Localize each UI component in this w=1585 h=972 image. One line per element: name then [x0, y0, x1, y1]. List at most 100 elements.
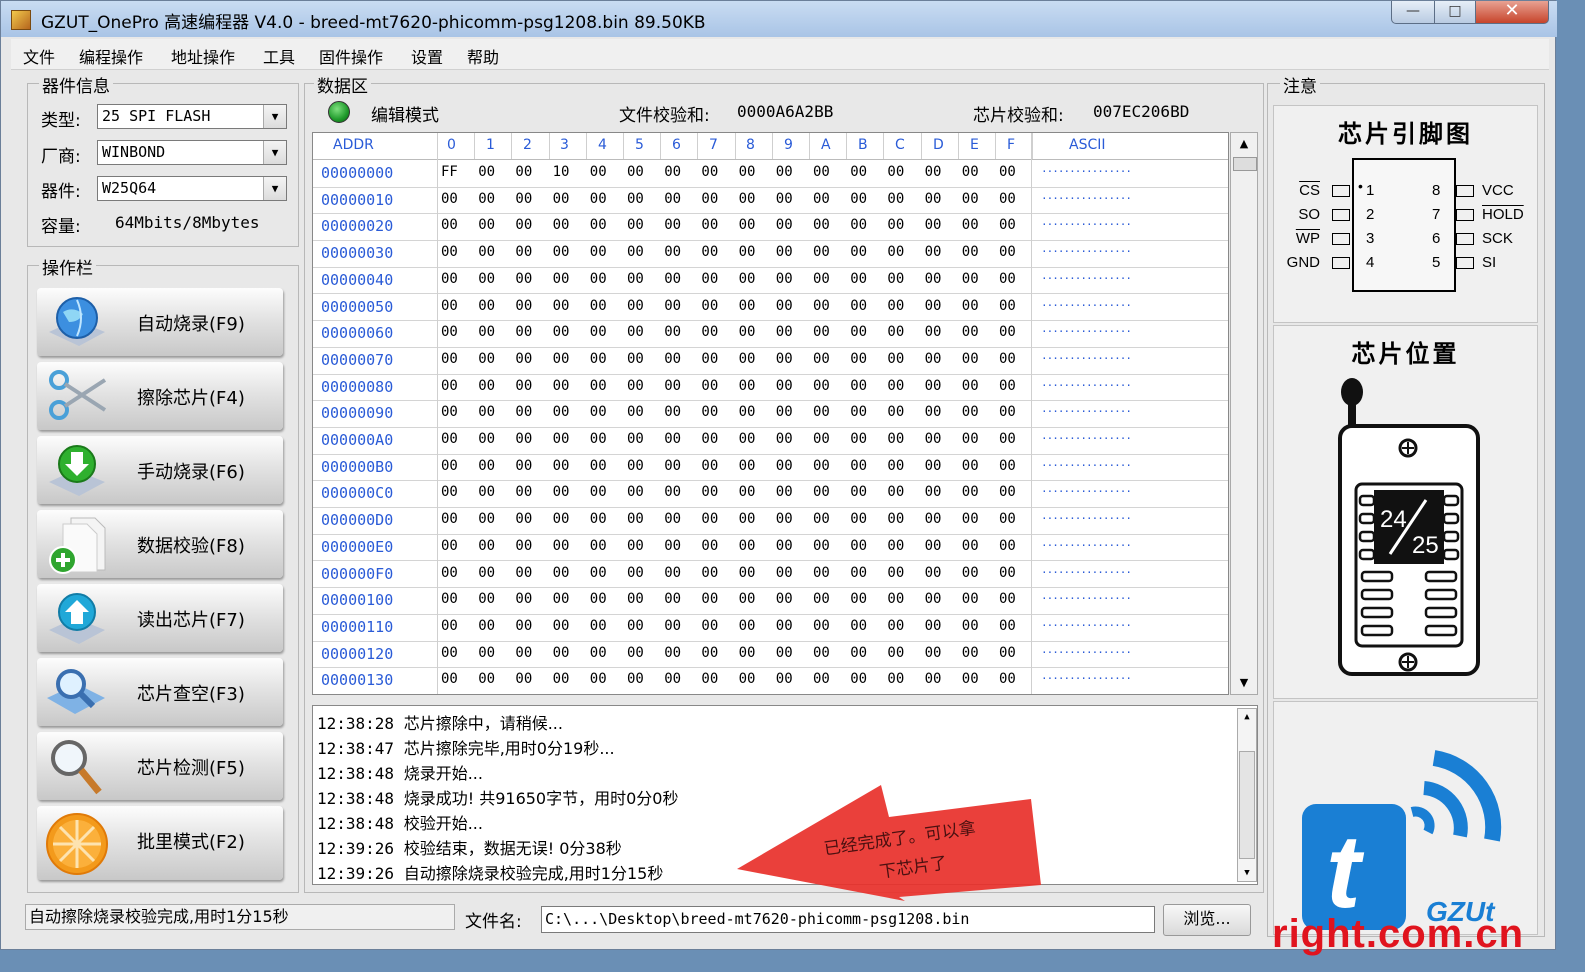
hex-byte-cell[interactable]: 00 [664, 484, 681, 500]
hex-byte-cell[interactable]: 00 [590, 351, 607, 367]
hex-byte-cell[interactable]: 00 [664, 164, 681, 180]
hex-byte-cell[interactable]: 00 [441, 538, 458, 554]
hex-byte-cell[interactable]: 00 [515, 645, 532, 661]
hex-byte-cell[interactable]: 00 [776, 404, 793, 420]
hex-row[interactable]: 00000080 00 00 00 00 00 00 00 00 00 00 00 00 00 00 00 00… [313, 374, 1228, 402]
hex-byte-cell[interactable]: 00 [925, 324, 942, 340]
hex-byte-cell[interactable]: 00 [478, 458, 495, 474]
hex-byte-cell[interactable]: 00 [553, 618, 570, 634]
hex-row[interactable]: 00000060 00 00 00 00 00 00 00 00 00 00 00 00 00 00 00 00… [313, 320, 1228, 348]
edit-mode-led-icon[interactable] [328, 101, 350, 123]
hex-byte-cell[interactable]: 00 [887, 324, 904, 340]
hex-row[interactable]: 00000090 00 00 00 00 00 00 00 00 00 00 00 00 00 00 00 00… [313, 400, 1228, 428]
hex-byte-cell[interactable]: 00 [553, 298, 570, 314]
hex-byte-cell[interactable]: 00 [590, 591, 607, 607]
hex-byte-cell[interactable]: 00 [925, 191, 942, 207]
hex-byte-cell[interactable]: 00 [925, 351, 942, 367]
hex-byte-cell[interactable]: 00 [515, 618, 532, 634]
hex-byte-cell[interactable]: 00 [664, 645, 681, 661]
hex-row[interactable]: 000000D0 00 00 00 00 00 00 00 00 00 00 00 00 00 00 00 00… [313, 507, 1228, 535]
hex-byte-cell[interactable]: 00 [776, 538, 793, 554]
hex-byte-cell[interactable]: 00 [739, 404, 756, 420]
hex-byte-cell[interactable]: 00 [701, 671, 718, 687]
hex-byte-cell[interactable]: 00 [962, 431, 979, 447]
hex-byte-cell[interactable]: 00 [887, 618, 904, 634]
hex-byte-cell[interactable]: 00 [999, 671, 1016, 687]
hex-row[interactable]: 00000000 FF 00 00 10 00 00 00 00 00 00 00 00 00 00 00 00… [313, 160, 1228, 188]
hex-byte-cell[interactable]: 00 [850, 191, 867, 207]
hex-byte-cell[interactable]: 00 [887, 431, 904, 447]
hex-byte-cell[interactable]: 00 [999, 484, 1016, 500]
hex-row[interactable]: 00000100 00 00 00 00 00 00 00 00 00 00 00 00 00 00 00 00… [313, 587, 1228, 615]
log-scrollbar[interactable]: ▲ ▼ [1237, 708, 1257, 882]
scroll-down-icon[interactable]: ▼ [1238, 865, 1256, 881]
hex-byte-cell[interactable]: 00 [664, 565, 681, 581]
hex-byte-cell[interactable]: 00 [664, 324, 681, 340]
hex-byte-cell[interactable]: 00 [553, 511, 570, 527]
hex-byte-cell[interactable]: 00 [441, 484, 458, 500]
hex-byte-cell[interactable]: 00 [962, 271, 979, 287]
hex-byte-cell[interactable]: 00 [590, 431, 607, 447]
hex-byte-cell[interactable]: 00 [962, 404, 979, 420]
hex-byte-cell[interactable]: 00 [776, 511, 793, 527]
hex-byte-cell[interactable]: 00 [813, 565, 830, 581]
hex-byte-cell[interactable]: 00 [627, 404, 644, 420]
hex-byte-cell[interactable]: 00 [515, 164, 532, 180]
hex-byte-cell[interactable]: 00 [515, 271, 532, 287]
hex-byte-cell[interactable]: 00 [925, 671, 942, 687]
hex-byte-cell[interactable]: 00 [441, 645, 458, 661]
hex-byte-cell[interactable]: 00 [850, 244, 867, 260]
hex-byte-cell[interactable]: 00 [999, 404, 1016, 420]
hex-byte-cell[interactable]: 00 [813, 618, 830, 634]
hex-byte-cell[interactable]: 00 [925, 591, 942, 607]
hex-byte-cell[interactable]: 00 [515, 191, 532, 207]
hex-byte-cell[interactable]: 00 [478, 431, 495, 447]
hex-byte-cell[interactable]: 00 [850, 298, 867, 314]
hex-byte-cell[interactable]: 00 [887, 298, 904, 314]
hex-byte-cell[interactable]: 00 [553, 484, 570, 500]
hex-byte-cell[interactable]: 00 [813, 404, 830, 420]
hex-byte-cell[interactable]: 00 [664, 458, 681, 474]
batch-mode-button[interactable]: 批里模式(F2) [37, 806, 283, 880]
hex-byte-cell[interactable]: 00 [701, 511, 718, 527]
hex-byte-cell[interactable]: 00 [739, 618, 756, 634]
hex-byte-cell[interactable]: 00 [962, 458, 979, 474]
hex-byte-cell[interactable]: 00 [925, 484, 942, 500]
hex-byte-cell[interactable]: 00 [664, 431, 681, 447]
hex-byte-cell[interactable]: 00 [776, 431, 793, 447]
hex-byte-cell[interactable]: 00 [813, 351, 830, 367]
hex-byte-cell[interactable]: 00 [962, 618, 979, 634]
hex-row[interactable]: 00000120 00 00 00 00 00 00 00 00 00 00 00 00 00 00 00 00… [313, 641, 1228, 669]
hex-byte-cell[interactable]: 00 [850, 324, 867, 340]
hex-byte-cell[interactable]: 00 [813, 591, 830, 607]
hex-byte-cell[interactable]: 00 [887, 378, 904, 394]
hex-byte-cell[interactable]: 00 [701, 298, 718, 314]
hex-byte-cell[interactable]: 00 [887, 271, 904, 287]
close-button[interactable]: ✕ [1475, 1, 1549, 24]
hex-byte-cell[interactable]: 00 [590, 618, 607, 634]
hex-byte-cell[interactable]: 00 [478, 404, 495, 420]
hex-byte-cell[interactable]: 00 [739, 591, 756, 607]
hex-byte-cell[interactable]: 00 [925, 378, 942, 394]
hex-byte-cell[interactable]: 00 [590, 404, 607, 420]
hex-byte-cell[interactable]: 00 [739, 271, 756, 287]
hex-byte-cell[interactable]: 00 [850, 164, 867, 180]
hex-byte-cell[interactable]: 00 [478, 671, 495, 687]
hex-byte-cell[interactable]: 00 [701, 484, 718, 500]
hex-byte-cell[interactable]: 00 [887, 511, 904, 527]
auto-program-button[interactable]: 自动烧录(F9) [37, 288, 283, 356]
vendor-select[interactable]: WINBOND ▼ [97, 140, 287, 165]
hex-byte-cell[interactable]: 00 [813, 458, 830, 474]
hex-byte-cell[interactable]: 00 [925, 298, 942, 314]
hex-byte-cell[interactable]: 00 [813, 538, 830, 554]
hex-data-grid[interactable]: ADDR 0 1 2 3 4 5 6 7 8 9 A B C D E F ASCII 00000000 FF 00 00… [312, 132, 1229, 695]
hex-byte-cell[interactable]: 00 [515, 298, 532, 314]
log-scroll-thumb[interactable] [1239, 751, 1255, 859]
hex-byte-cell[interactable]: 00 [999, 458, 1016, 474]
manual-program-button[interactable]: 手动烧录(F6) [37, 436, 283, 504]
hex-byte-cell[interactable]: 00 [701, 431, 718, 447]
hex-byte-cell[interactable]: 00 [441, 511, 458, 527]
hex-byte-cell[interactable]: 00 [553, 591, 570, 607]
hex-byte-cell[interactable]: 00 [887, 538, 904, 554]
hex-byte-cell[interactable]: 00 [441, 565, 458, 581]
